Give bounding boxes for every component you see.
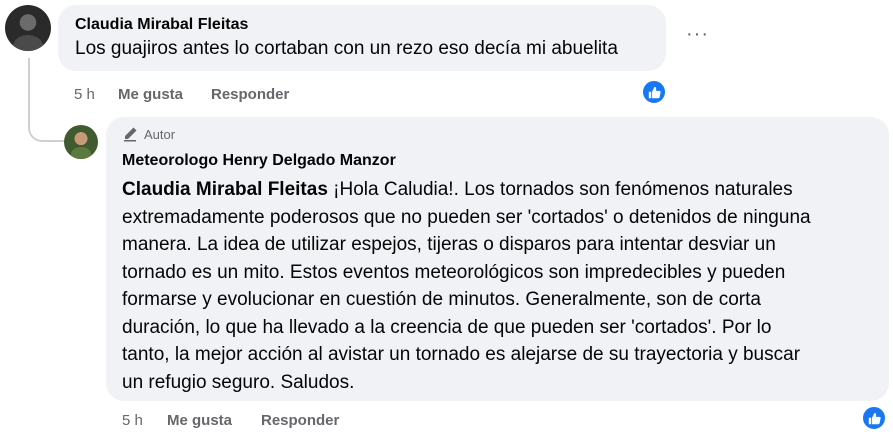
- reply-line: duración, lo que ha llevado a la creenci…: [122, 316, 772, 338]
- pencil-icon: [124, 127, 137, 142]
- reply-line: un refugio seguro. Saludos.: [122, 371, 355, 393]
- author-badge-label: Autor: [144, 126, 176, 142]
- reply-line: tanto, la mejor acción al avistar un tor…: [122, 344, 801, 365]
- avatar[interactable]: [5, 5, 51, 51]
- comment-author[interactable]: Claudia Mirabal Fleitas: [75, 16, 248, 34]
- mention-link[interactable]: Claudia Mirabal Fleitas: [122, 179, 328, 200]
- reply-line: manera. La idea de utilizar espejos, tij…: [122, 234, 776, 255]
- reply-author[interactable]: Meteorologo Henry Delgado Manzor: [122, 152, 396, 170]
- author-badge: Autor: [122, 126, 175, 142]
- reply-line: tornado es un mito. Estos eventos meteor…: [122, 261, 786, 283]
- reply-text: Claudia Mirabal Fleitas ¡Hola Caludia!. …: [122, 176, 867, 396]
- reply-button[interactable]: Responder: [211, 86, 289, 103]
- like-icon: [641, 79, 667, 105]
- like-icon: [861, 405, 887, 431]
- comment-time[interactable]: 5 h: [74, 86, 95, 103]
- thread-connector: [28, 96, 66, 142]
- more-icon[interactable]: ···: [686, 24, 709, 44]
- like-button[interactable]: Me gusta: [167, 412, 232, 429]
- reply-line: Claudia Mirabal Fleitas ¡Hola Caludia!. …: [122, 179, 793, 200]
- reply-time[interactable]: 5 h: [122, 412, 143, 429]
- reply-line: extremadamente poderosos que no pueden s…: [122, 206, 811, 228]
- avatar[interactable]: [64, 125, 98, 159]
- like-button[interactable]: Me gusta: [118, 86, 183, 103]
- reply-button[interactable]: Responder: [261, 412, 339, 429]
- reply-line: formarse y evolucionar en cuestión de mi…: [122, 289, 761, 310]
- comment-text: Los guajiros antes lo cortaban con un re…: [75, 38, 618, 59]
